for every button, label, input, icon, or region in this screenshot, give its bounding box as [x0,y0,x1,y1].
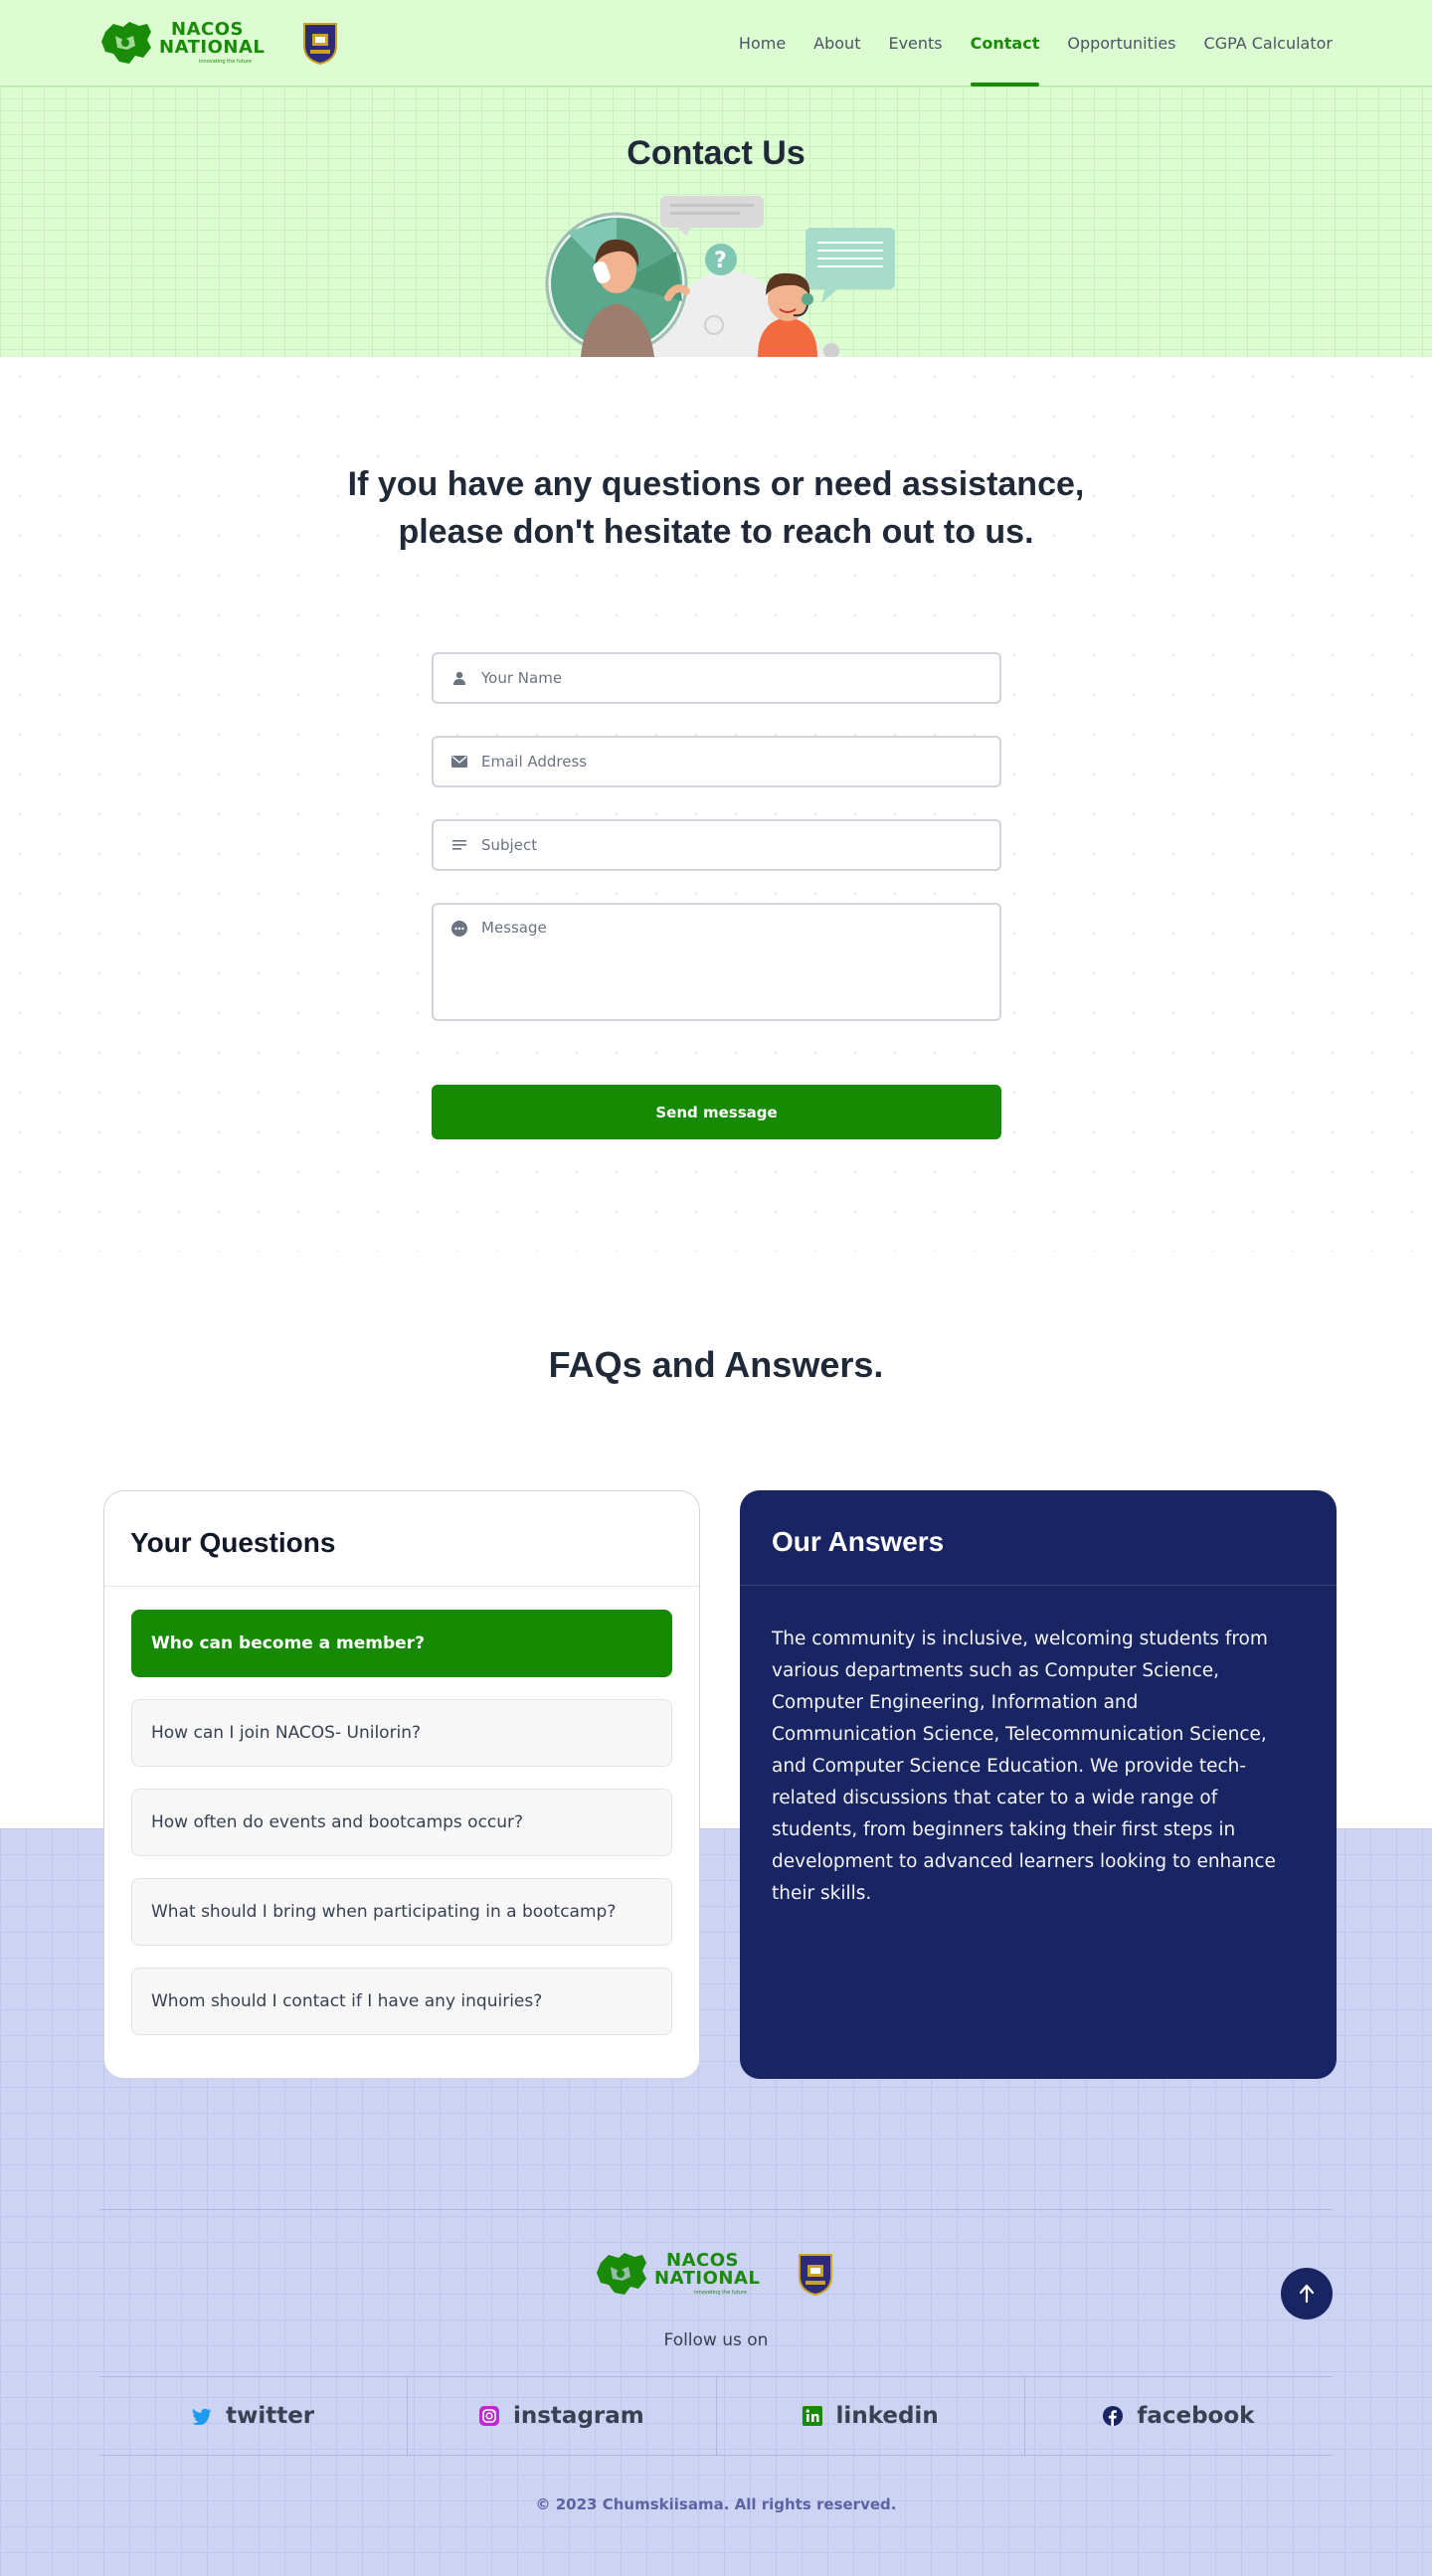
questions-heading: Your Questions [104,1491,699,1587]
site-header: NACOS NATIONAL innovating the future Hom… [0,0,1432,86]
contact-lead: If you have any questions or need assist… [0,460,1432,556]
copyright-text: © 2023 Chumskiisama. All rights reserved… [535,2495,897,2513]
message-field[interactable] [432,903,1001,1021]
text-lines-icon [451,837,467,853]
brand-tagline: innovating the future [199,59,252,65]
nav-cgpa-calculator[interactable]: CGPA Calculator [1204,0,1333,86]
brand[interactable]: NACOS NATIONAL innovating the future [99,18,340,68]
questions-card: Your Questions Who can become a member? … [103,1490,700,2079]
social-linkedin[interactable]: linkedin [717,2377,1025,2455]
answers-card: Our Answers The community is inclusive, … [740,1490,1337,2079]
customer-support-illustration-icon: ? [545,196,895,357]
faq-question[interactable]: What should I bring when participating i… [131,1878,672,1946]
brand-line2: NATIONAL [159,37,266,58]
svg-text:?: ? [714,249,727,273]
faq-answer-text: The community is inclusive, welcoming st… [772,1629,1276,1904]
faq-question[interactable]: How can I join NACOS- Unilorin? [131,1699,672,1767]
footer-wordmark: NACOS NATIONAL innovating the future [654,2252,760,2296]
faq-question[interactable]: How often do events and bootcamps occur? [131,1789,672,1856]
brand-wordmark: NACOS NATIONAL innovating the future [159,21,265,65]
instagram-icon [478,2406,499,2426]
faq-question[interactable]: Whom should I contact if I have any inqu… [131,1968,672,2035]
answers-heading: Our Answers [740,1490,1337,1586]
message-input[interactable] [481,919,979,1008]
main-nav: Home About Events Contact Opportunities … [711,0,1333,86]
nav-events[interactable]: Events [888,0,942,86]
contact-lead-line1: If you have any questions or need assist… [347,465,1085,503]
send-message-button[interactable]: Send message [432,1085,1001,1139]
university-crest-icon [303,23,338,66]
footer-brand-line2: NATIONAL [654,2268,761,2289]
page-title: Contact Us [626,134,806,172]
subject-input[interactable] [481,836,979,854]
facebook-icon [1103,2406,1124,2426]
footer-brand[interactable]: NACOS NATIONAL innovating the future [595,2249,835,2299]
social-twitter-label: twitter [226,2403,315,2429]
hero-banner: Contact Us ? [0,86,1432,357]
social-instagram-label: instagram [512,2403,644,2429]
scroll-to-top-button[interactable] [1281,2268,1333,2319]
nav-contact[interactable]: Contact [970,0,1039,86]
social-links: twitter instagram linkedin facebook [99,2376,1333,2456]
nigeria-map-logo-icon [101,22,151,64]
faq-title: FAQs and Answers. [548,1344,884,1385]
envelope-icon [451,754,467,770]
faq-question[interactable]: Who can become a member? [131,1610,672,1677]
name-field[interactable] [432,652,1001,704]
name-input[interactable] [481,669,979,687]
university-crest-icon [799,2254,833,2297]
arrow-up-icon [1299,2284,1315,2304]
social-twitter[interactable]: twitter [99,2377,409,2455]
subject-field[interactable] [432,819,1001,871]
social-linkedin-label: linkedin [835,2403,939,2429]
social-facebook-label: facebook [1137,2403,1255,2429]
footer-brand-tagline: innovating the future [694,2290,747,2296]
social-facebook[interactable]: facebook [1025,2377,1333,2455]
chat-bubble-icon [451,921,467,937]
contact-section: If you have any questions or need assist… [0,357,1432,1252]
social-instagram[interactable]: instagram [408,2377,717,2455]
user-icon [451,670,467,686]
follow-us-label: Follow us on [663,2330,769,2350]
twitter-icon [192,2406,212,2426]
nav-home[interactable]: Home [739,0,786,86]
nigeria-map-logo-icon [597,2253,646,2295]
email-field[interactable] [432,736,1001,787]
footer-divider [99,2209,1333,2210]
nav-about[interactable]: About [813,0,860,86]
nav-opportunities[interactable]: Opportunities [1067,0,1175,86]
email-input[interactable] [481,753,979,771]
contact-lead-line2: please don't hesitate to reach out to us… [398,513,1034,551]
linkedin-icon [802,2406,822,2426]
